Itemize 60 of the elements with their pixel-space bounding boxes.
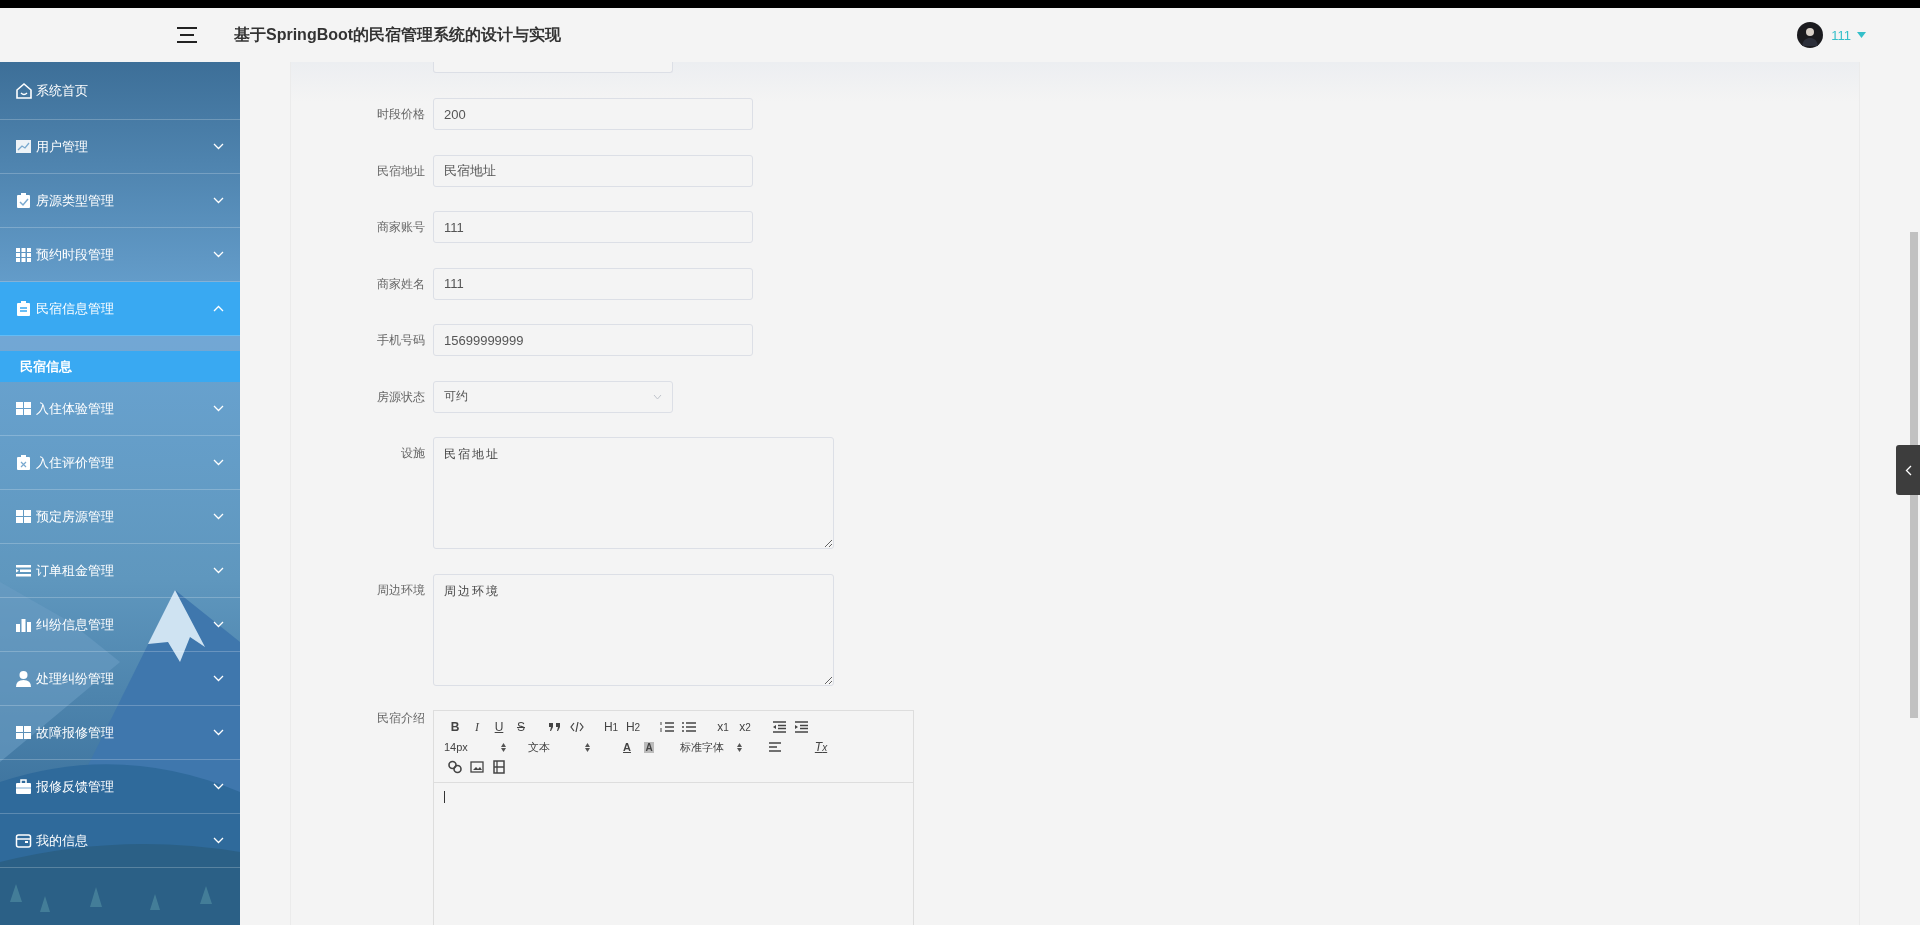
home-icon: [15, 82, 33, 99]
sidebar-item[interactable]: 用户管理: [0, 120, 240, 174]
dropdown-picker[interactable]: 文本: [528, 738, 604, 756]
dropdown-picker[interactable]: 14px: [444, 738, 520, 756]
select-field[interactable]: 可约: [433, 380, 673, 413]
clipboard-icon: [15, 454, 33, 471]
scrollbar-thumb[interactable]: [1910, 232, 1918, 718]
bar-chart-icon: [15, 616, 33, 633]
field-label: 民宿地址: [376, 162, 426, 180]
avatar-icon: [1797, 22, 1824, 48]
field-label: 商家账号: [376, 219, 426, 236]
up-down-icon: [501, 742, 506, 752]
chevron-left-icon: [1904, 464, 1912, 476]
up-down-icon: [737, 742, 742, 752]
input-field[interactable]: 15699999999: [433, 324, 753, 356]
sidebar-item[interactable]: 我的信息: [0, 814, 240, 868]
caret-icon: [1857, 32, 1866, 38]
dropdown-picker[interactable]: 标准字体: [680, 738, 756, 756]
bold-button[interactable]: B: [444, 718, 466, 736]
sidebar-item[interactable]: 系统首页: [0, 62, 240, 120]
grid-icon: [15, 246, 33, 263]
highlight-button[interactable]: A: [638, 738, 660, 756]
grid-icon: [15, 400, 33, 417]
clipboard-icon: [15, 300, 33, 317]
sidebar-item[interactable]: 纠纷信息管理: [0, 598, 240, 652]
side-toggle-button[interactable]: [1896, 445, 1920, 495]
list-icon: [15, 562, 33, 579]
grid-icon: [15, 508, 33, 525]
field-label: 时段价格: [376, 106, 426, 123]
grid-icon: [15, 724, 33, 741]
up-down-icon: [585, 742, 590, 752]
field-label: 民宿介绍: [376, 710, 426, 726]
clipboard-check-icon: [15, 192, 33, 209]
field-label: 商家姓名: [376, 275, 426, 293]
input-field[interactable]: 111: [433, 211, 753, 243]
briefcase-icon: [15, 778, 33, 795]
input-field[interactable]: 民宿地址: [433, 154, 753, 187]
text-color-button[interactable]: A: [616, 738, 638, 756]
chart-icon: [15, 138, 33, 155]
strikethrough-button[interactable]: S: [510, 718, 532, 736]
input-field[interactable]: 111: [433, 267, 753, 300]
menu-icon[interactable]: [176, 26, 198, 44]
field-label: 房源状态: [376, 388, 426, 406]
sidebar-item[interactable]: 故障报修管理: [0, 706, 240, 760]
sidebar-item[interactable]: 房源类型管理: [0, 174, 240, 228]
chevron-down-icon: [653, 393, 662, 400]
input-field[interactable]: [433, 62, 673, 73]
underline-button[interactable]: U: [488, 718, 510, 736]
sidebar-item[interactable]: 报修反馈管理: [0, 760, 240, 814]
text-area[interactable]: 民宿地址: [433, 437, 834, 549]
text-area[interactable]: 周边环境: [433, 573, 834, 686]
app-title: 基于SpringBoot的民宿管理系统的设计与实现: [234, 24, 562, 45]
italic-button[interactable]: I: [466, 718, 488, 736]
input-field[interactable]: 200: [433, 98, 753, 130]
field-label: 手机号码: [376, 332, 426, 349]
card-icon: [15, 832, 33, 849]
field-label: 周边环境: [376, 581, 426, 599]
field-label: 设施: [400, 445, 426, 462]
person-icon: [15, 670, 33, 687]
text-cursor: [444, 791, 445, 803]
